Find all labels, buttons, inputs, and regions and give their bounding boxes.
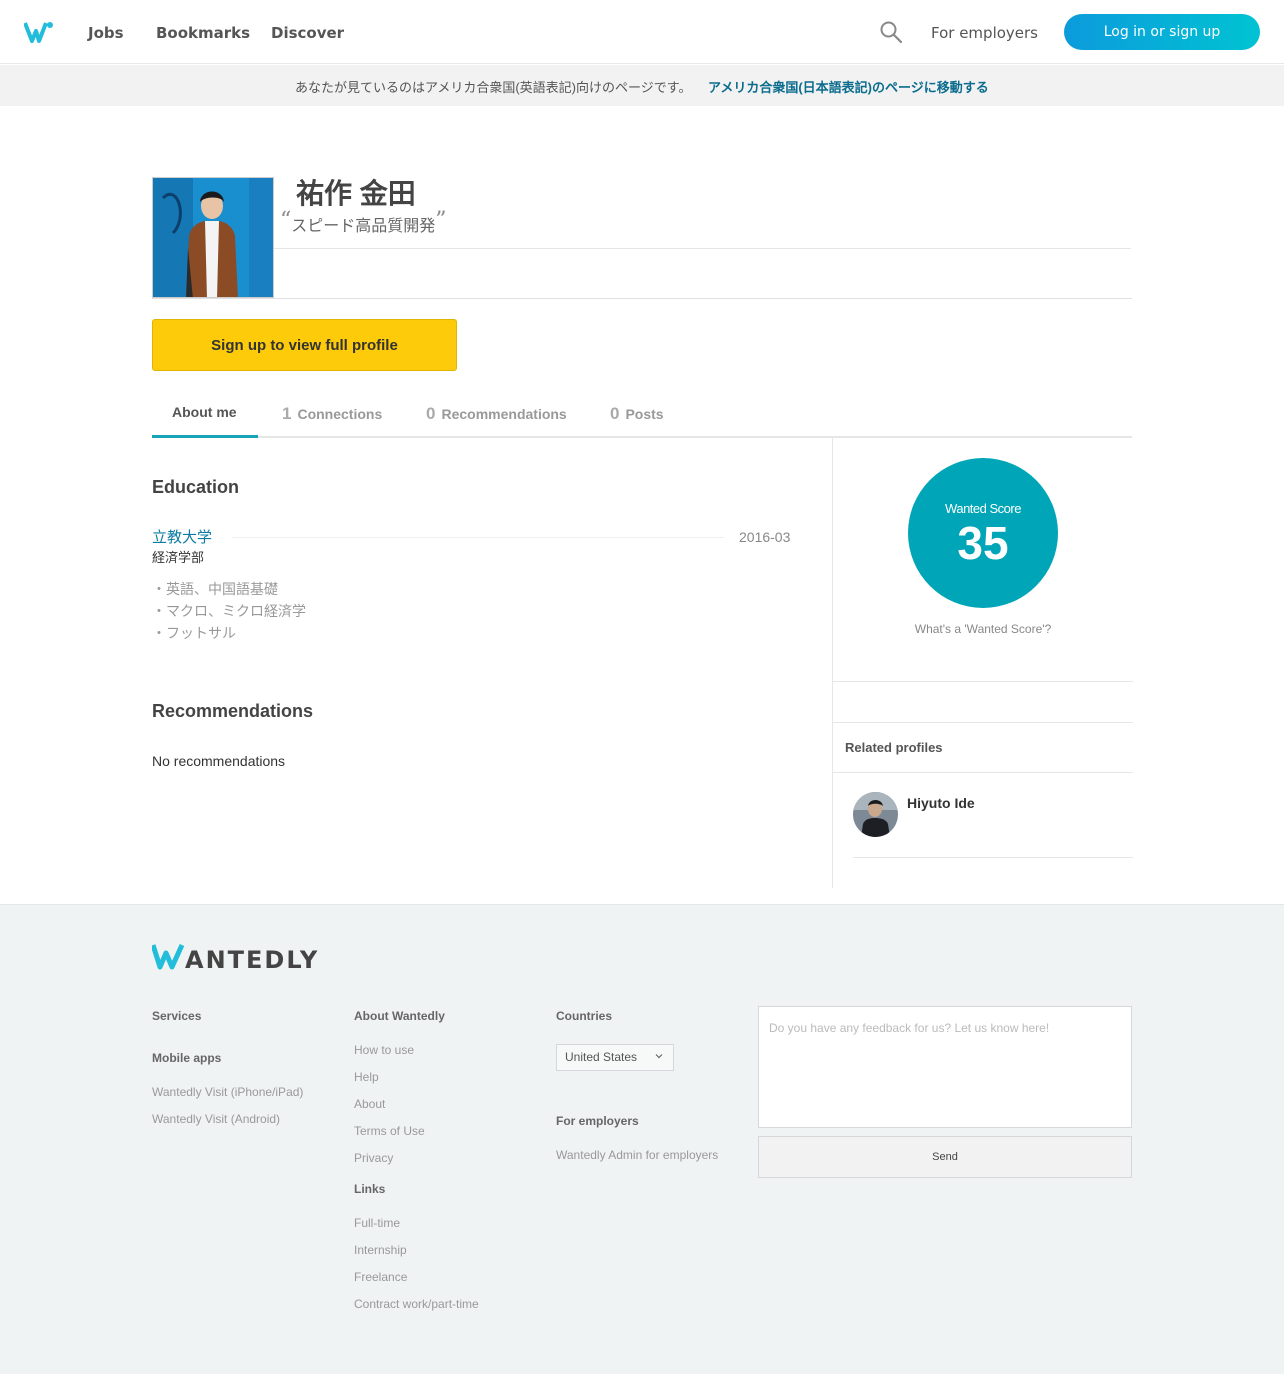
divider xyxy=(152,298,1132,299)
education-date: 2016-03 xyxy=(739,529,791,545)
footer-services-title[interactable]: Services xyxy=(152,1009,201,1023)
tab-count: 0 xyxy=(610,404,620,423)
tab-posts[interactable]: 0 Posts xyxy=(610,404,664,424)
close-quote-icon: ” xyxy=(435,208,447,233)
wanted-score-badge: Wanted Score 35 xyxy=(908,458,1058,608)
profile-sidebar: Wanted Score 35 What's a 'Wanted Score'?… xyxy=(832,438,1133,888)
footer-link-about[interactable]: About xyxy=(354,1097,385,1111)
region-switch-link[interactable]: アメリカ合衆国(日本語表記)のページに移動する xyxy=(708,77,989,96)
footer-link-full-time[interactable]: Full-time xyxy=(354,1216,400,1230)
region-message: あなたが見ているのはアメリカ合衆国(英語表記)向けのページです。 xyxy=(295,80,692,95)
open-quote-icon: “ xyxy=(280,208,292,233)
tab-count: 1 xyxy=(282,404,292,423)
education-detail-item: ・英語、中国語基礎 xyxy=(152,581,278,597)
footer-link-help[interactable]: Help xyxy=(354,1070,379,1084)
footer-link-ios-app[interactable]: Wantedly Visit (iPhone/iPad) xyxy=(152,1085,303,1099)
footer-countries-title: Countries xyxy=(556,1009,613,1023)
country-select[interactable]: United States xyxy=(556,1044,674,1071)
footer-links-title: Links xyxy=(354,1182,386,1196)
login-signup-button[interactable]: Log in or sign up xyxy=(1064,14,1260,50)
profile-avatar xyxy=(152,177,274,298)
wantedly-logo-icon[interactable] xyxy=(24,20,54,44)
footer-link-freelance[interactable]: Freelance xyxy=(354,1270,407,1284)
profile-tabs: About me 1 Connections 0 Recommendations 0… xyxy=(152,390,1132,438)
nav-discover[interactable]: Discover xyxy=(271,24,344,42)
divider xyxy=(274,248,1131,249)
tab-label: Connections xyxy=(297,406,383,422)
footer-link-admin[interactable]: Wantedly Admin for employers xyxy=(556,1148,718,1162)
divider xyxy=(232,537,724,538)
tab-label: Posts xyxy=(625,406,664,422)
divider xyxy=(833,772,1133,773)
recommendations-title: Recommendations xyxy=(152,701,314,721)
divider xyxy=(853,857,1133,858)
wanted-score-help-link[interactable]: What's a 'Wanted Score'? xyxy=(833,622,1133,636)
chevron-down-icon xyxy=(655,1054,663,1059)
search-icon[interactable] xyxy=(879,20,903,44)
active-tab-indicator xyxy=(152,435,258,438)
related-profile-name[interactable]: Hiyuto Ide xyxy=(907,795,975,811)
for-employers-link[interactable]: For employers xyxy=(931,24,1038,42)
divider xyxy=(833,681,1133,682)
footer-link-how-to-use[interactable]: How to use xyxy=(354,1043,414,1057)
site-footer: ANTEDLY Services Mobile apps Wantedly Vi… xyxy=(0,904,1284,1374)
footer-about-title: About Wantedly xyxy=(354,1009,445,1023)
tab-count: 0 xyxy=(426,404,436,423)
svg-text:ANTEDLY: ANTEDLY xyxy=(185,946,319,971)
region-banner: あなたが見ているのはアメリカ合衆国(英語表記)向けのページです。 アメリカ合衆国… xyxy=(0,65,1284,106)
profile-tagline: “ スピード高品質開発 ” xyxy=(280,208,447,236)
top-header: Jobs Bookmarks Discover For employers Lo… xyxy=(0,0,1284,64)
education-department: 経済学部 xyxy=(152,550,205,565)
score-label: Wanted Score xyxy=(945,501,1021,516)
education-detail-item: ・マクロ、ミクロ経済学 xyxy=(152,603,306,619)
education-title: Education xyxy=(152,477,240,497)
nav-jobs[interactable]: Jobs xyxy=(88,24,124,42)
divider xyxy=(833,722,1133,723)
feedback-textarea[interactable]: Do you have any feedback for us? Let us … xyxy=(758,1006,1132,1128)
footer-link-contract[interactable]: Contract work/part-time xyxy=(354,1297,479,1311)
country-select-value: United States xyxy=(565,1050,638,1064)
signup-view-profile-button[interactable]: Sign up to view full profile xyxy=(152,319,457,371)
profile-tagline-text: スピード高品質開発 xyxy=(291,218,436,235)
nav-bookmarks[interactable]: Bookmarks xyxy=(156,24,250,42)
related-profile-avatar[interactable] xyxy=(853,792,898,837)
profile-name: 祐作 金田 xyxy=(296,178,416,209)
footer-link-android-app[interactable]: Wantedly Visit (Android) xyxy=(152,1112,280,1126)
education-school-link[interactable]: 立教大学 xyxy=(152,526,212,547)
footer-link-privacy[interactable]: Privacy xyxy=(354,1151,393,1165)
tab-connections[interactable]: 1 Connections xyxy=(282,404,382,424)
tab-about-me[interactable]: About me xyxy=(172,404,237,420)
tab-label: About me xyxy=(172,404,237,420)
footer-employers-title: For employers xyxy=(556,1114,639,1128)
related-profiles-title: Related profiles xyxy=(845,740,943,755)
footer-link-terms[interactable]: Terms of Use xyxy=(354,1124,425,1138)
tab-label: Recommendations xyxy=(441,406,567,422)
tab-recommendations[interactable]: 0 Recommendations xyxy=(426,404,567,424)
feedback-send-button[interactable]: Send xyxy=(758,1136,1132,1178)
score-value: 35 xyxy=(957,517,1009,569)
no-recommendations-text: No recommendations xyxy=(152,753,286,769)
wantedly-wordmark-logo[interactable]: ANTEDLY xyxy=(152,941,328,971)
education-detail-item: ・フットサル xyxy=(152,625,236,641)
education-details: ・英語、中国語基礎 ・マクロ、ミクロ経済学 ・フットサル xyxy=(152,578,306,644)
footer-link-internship[interactable]: Internship xyxy=(354,1243,407,1257)
feedback-placeholder: Do you have any feedback for us? Let us … xyxy=(769,1021,1050,1035)
footer-mobile-apps-title: Mobile apps xyxy=(152,1051,222,1065)
